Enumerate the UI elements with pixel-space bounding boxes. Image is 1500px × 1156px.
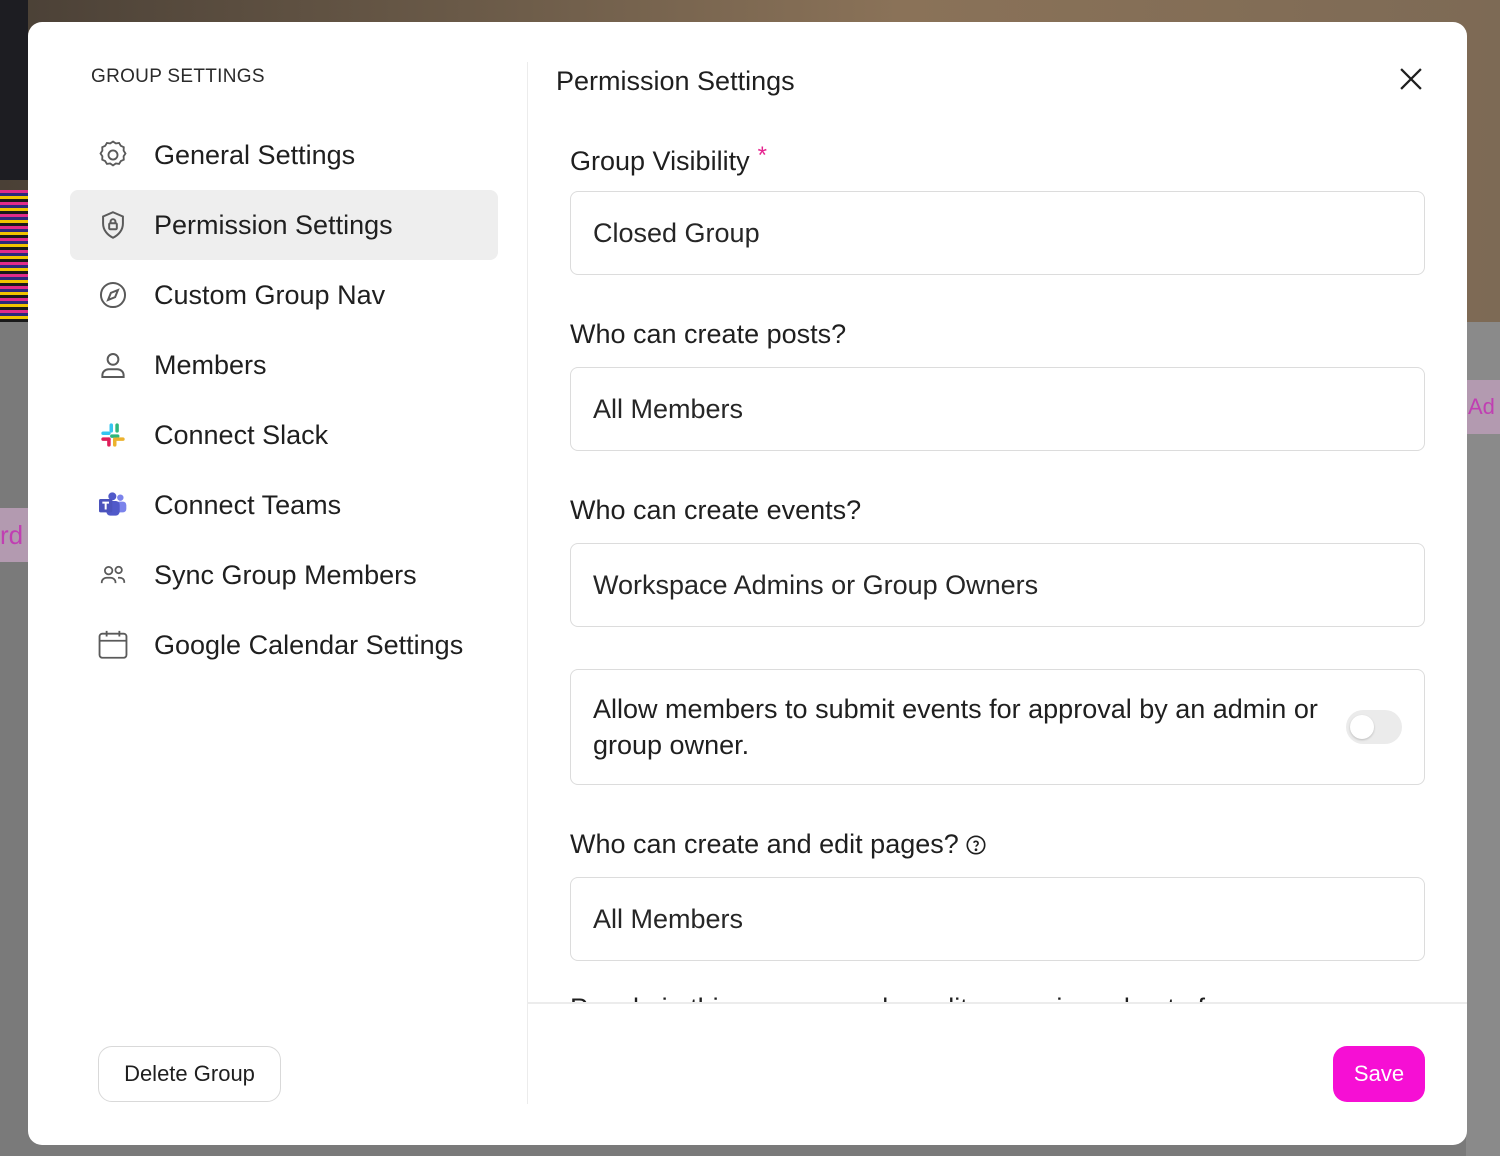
sidebar-item-label: Sync Group Members bbox=[154, 559, 417, 590]
settings-form[interactable]: Group Visibility * Closed Group Who can … bbox=[570, 132, 1425, 1002]
submit-events-setting: Allow members to submit events for appro… bbox=[570, 669, 1425, 785]
background-add-button: Ad bbox=[1466, 380, 1500, 434]
background-panel bbox=[0, 0, 28, 180]
teams-icon bbox=[96, 488, 130, 522]
slack-icon bbox=[96, 418, 130, 452]
sidebar-item-label: Permission Settings bbox=[154, 209, 393, 240]
select-value: Closed Group bbox=[593, 217, 760, 248]
posts-permission-select[interactable]: All Members bbox=[570, 367, 1425, 451]
submit-events-toggle[interactable] bbox=[1346, 710, 1402, 744]
close-icon bbox=[1400, 68, 1422, 90]
sidebar-item-members[interactable]: Members bbox=[70, 330, 498, 400]
sidebar-item-label: Connect Teams bbox=[154, 489, 342, 520]
select-value: Workspace Admins or Group Owners bbox=[593, 569, 1039, 600]
delete-group-button[interactable]: Delete Group bbox=[98, 1046, 281, 1102]
sidebar-item-label: Custom Group Nav bbox=[154, 279, 386, 310]
sidebar-item-label: Google Calendar Settings bbox=[154, 629, 464, 660]
calendar-icon bbox=[96, 628, 130, 662]
sidebar-item-connect-teams[interactable]: Connect Teams bbox=[70, 470, 498, 540]
close-button[interactable] bbox=[1394, 62, 1428, 96]
sidebar-item-permission-settings[interactable]: Permission Settings bbox=[70, 190, 498, 260]
pages-permission-label: Who can create and edit pages? bbox=[570, 829, 1425, 860]
background-right-panel bbox=[1466, 322, 1500, 1156]
required-mark: * bbox=[757, 141, 767, 169]
group-settings-modal: GROUP SETTINGS General Settings Permissi… bbox=[28, 22, 1467, 1145]
pages-permission-select[interactable]: All Members bbox=[570, 877, 1425, 961]
sidebar-item-general-settings[interactable]: General Settings bbox=[70, 120, 498, 190]
toggle-knob bbox=[1350, 715, 1374, 739]
field-label-text: Who can create and edit pages? bbox=[570, 829, 959, 859]
users-icon bbox=[96, 558, 130, 592]
compass-icon bbox=[96, 278, 130, 312]
permission-settings-panel: Permission Settings Group Visibility * C… bbox=[528, 22, 1467, 1145]
select-value: All Members bbox=[593, 393, 744, 424]
sidebar-item-label: General Settings bbox=[154, 139, 356, 170]
pages-permission-hint: People in this group can also edit pages… bbox=[570, 993, 1425, 1002]
sidebar-item-custom-group-nav[interactable]: Custom Group Nav bbox=[70, 260, 498, 330]
sidebar-item-connect-slack[interactable]: Connect Slack bbox=[70, 400, 498, 470]
settings-nav: General Settings Permission Settings Cus… bbox=[70, 120, 498, 680]
sidebar-item-google-calendar-settings[interactable]: Google Calendar Settings bbox=[70, 610, 498, 680]
help-icon[interactable] bbox=[965, 834, 987, 856]
select-value: All Members bbox=[593, 903, 744, 934]
group-visibility-label: Group Visibility * bbox=[570, 142, 1425, 177]
sidebar-item-label: Members bbox=[154, 349, 267, 380]
sidebar-title: GROUP SETTINGS bbox=[91, 66, 265, 87]
field-label-text: Group Visibility bbox=[570, 146, 750, 176]
group-visibility-select[interactable]: Closed Group bbox=[570, 191, 1425, 275]
submit-events-label: Allow members to submit events for appro… bbox=[593, 694, 1318, 760]
footer-divider bbox=[528, 1002, 1467, 1004]
gear-icon bbox=[96, 138, 130, 172]
events-permission-select[interactable]: Workspace Admins or Group Owners bbox=[570, 543, 1425, 627]
save-button[interactable]: Save bbox=[1333, 1046, 1425, 1102]
posts-permission-label: Who can create posts? bbox=[570, 319, 847, 349]
page-title: Permission Settings bbox=[556, 66, 795, 96]
sidebar-item-sync-group-members[interactable]: Sync Group Members bbox=[70, 540, 498, 610]
shield-lock-icon bbox=[96, 208, 130, 242]
settings-sidebar: GROUP SETTINGS General Settings Permissi… bbox=[28, 22, 527, 1145]
background-tab: rd bbox=[0, 508, 28, 562]
sidebar-item-label: Connect Slack bbox=[154, 419, 329, 450]
events-permission-label: Who can create events? bbox=[570, 495, 862, 525]
user-icon bbox=[96, 348, 130, 382]
